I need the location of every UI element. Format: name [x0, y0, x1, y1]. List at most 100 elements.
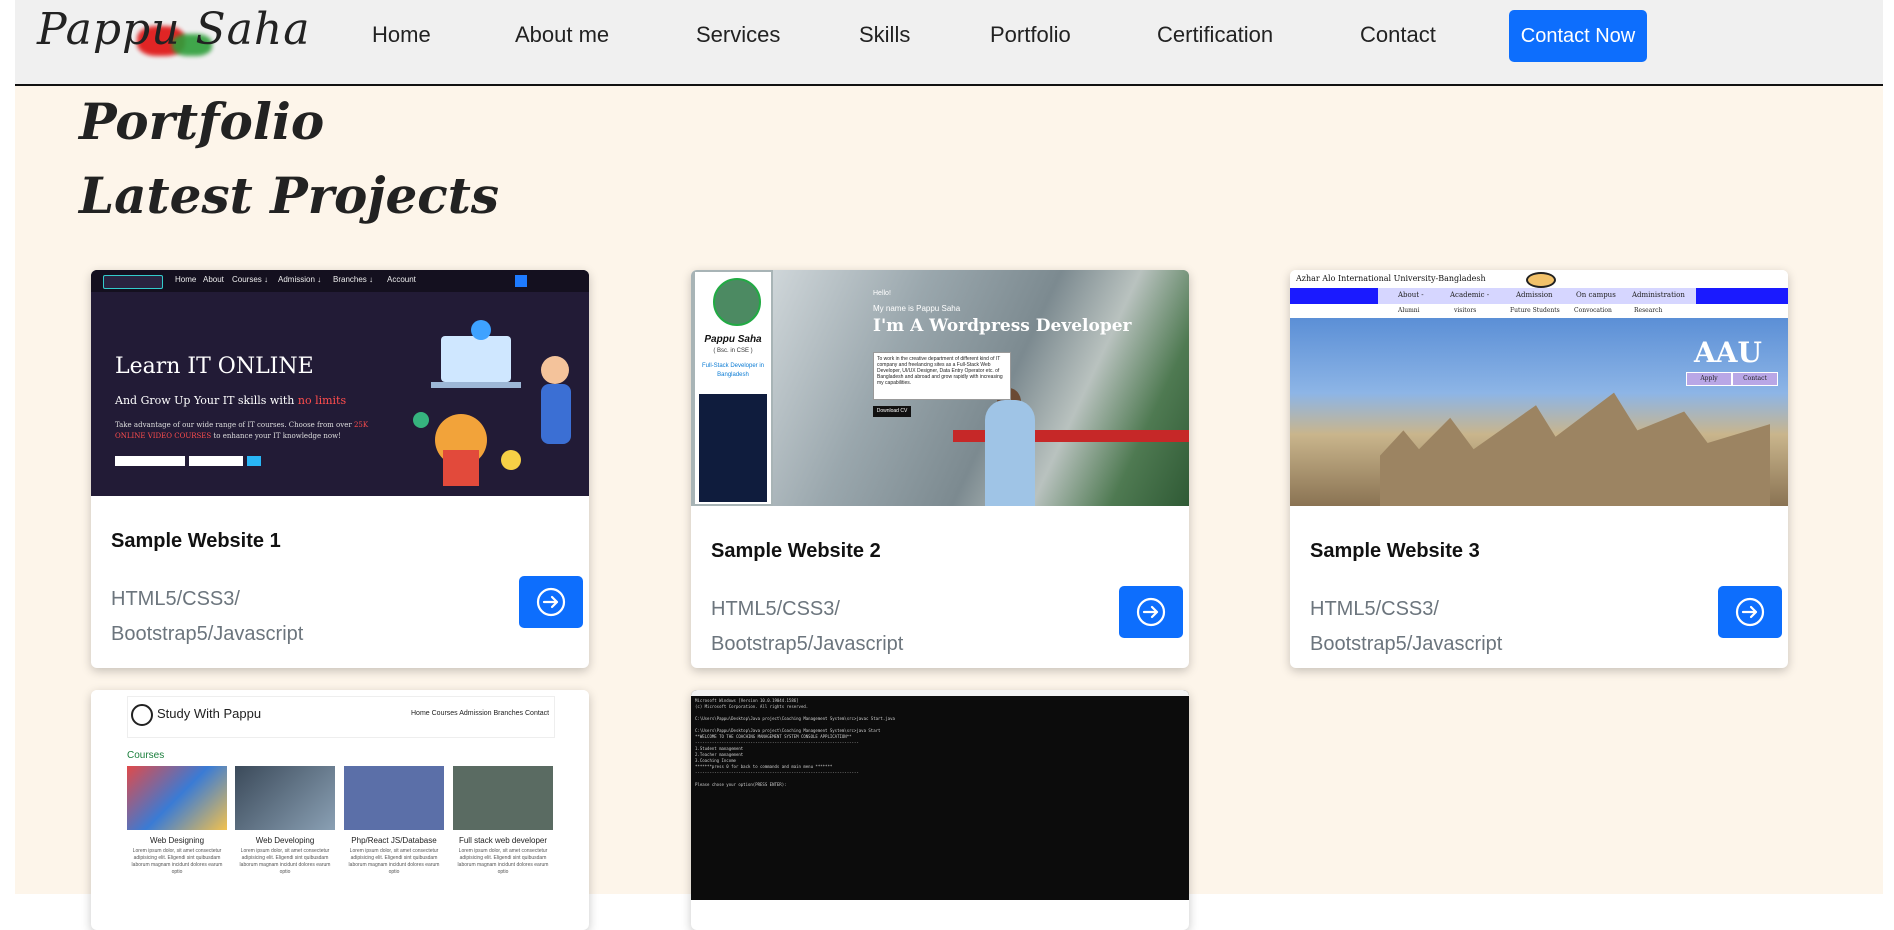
project-thumbnail-1[interactable]: Home About Courses ↓ Admission ↓ Branche…	[91, 270, 589, 496]
logo-text: Pappu Saha	[37, 4, 311, 55]
navbar: Pappu Saha Home About me Services Skills…	[15, 0, 1883, 86]
arrow-right-circle-icon	[536, 587, 566, 617]
thumb-nav-item: About	[203, 275, 224, 284]
open-project-button[interactable]	[1718, 586, 1782, 638]
nav-certification[interactable]: Certification	[1157, 22, 1273, 48]
nav-contact[interactable]: Contact	[1360, 22, 1436, 48]
thumb-nav-item: Account	[387, 275, 416, 284]
thumb-course-caption: Full stack web developer	[458, 836, 548, 845]
arrow-right-circle-icon	[1136, 597, 1166, 627]
thumb-description: Take advantage of our wide range of IT c…	[115, 421, 369, 440]
thumb-download-cv: Download CV	[873, 406, 911, 417]
thumb-course-text: Lorem ipsum dolor, sit amet consectetur …	[457, 848, 549, 875]
thumb-nav-item: Home	[175, 275, 197, 284]
project-title: Sample Website 2	[711, 540, 881, 562]
thumb-navbar: Home About Courses ↓ Admission ↓ Branche…	[91, 270, 589, 292]
thumb-menu-item: About -	[1398, 291, 1424, 299]
thumb-search-button	[247, 456, 261, 466]
thumb-course-text: Lorem ipsum dolor, sit amet consectetur …	[348, 848, 440, 875]
thumb-heading: Learn IT ONLINE	[115, 354, 314, 379]
project-title: Sample Website 3	[1310, 540, 1480, 562]
portfolio-section: Portfolio Latest Projects Home About Cou…	[15, 86, 1883, 930]
thumb-menu-item: On campus	[1576, 291, 1616, 299]
thumb-menu: About - Academic - Admission On campus A…	[1378, 288, 1696, 304]
thumb-hero-photo: Hello! My name is Pappu Saha I'm A Wordp…	[773, 270, 1189, 506]
thumb-profile-degree: ( Bsc. in CSE )	[713, 348, 753, 354]
open-project-button[interactable]	[1119, 586, 1183, 638]
thumb-course-tile	[453, 766, 553, 830]
thumb-course-text: Lorem ipsum dolor, sit amet consectetur …	[239, 848, 331, 875]
thumb-brand-icon	[131, 704, 153, 726]
thumb-submenu-item: visitors	[1454, 307, 1477, 314]
thumb-logo	[103, 275, 163, 289]
thumb-nav-button	[515, 275, 527, 287]
project-card-3: Azhar Alo International University-Bangl…	[1290, 270, 1788, 668]
thumb-university-logo	[1526, 272, 1556, 288]
thumb-nav-links: Home Courses Admission Branches Contact	[411, 710, 550, 717]
thumb-console-output: Microsoft Windows [Version 10.0.19044.15…	[695, 698, 895, 787]
project-title: Sample Website 1	[111, 530, 281, 552]
thumb-submenu-item: Future Students	[1510, 307, 1560, 314]
project-tech-stack: HTML5/CSS3/Bootstrap5/Javascript	[711, 598, 904, 655]
thumb-submenu-item: Convocation	[1574, 307, 1612, 314]
project-card-4: Study With Pappu Home Courses Admission …	[91, 690, 589, 930]
learning-illustration	[413, 320, 571, 486]
thumb-course-caption: Web Designing	[149, 836, 205, 845]
open-project-button[interactable]	[519, 576, 583, 628]
thumb-menu-item: Academic -	[1450, 291, 1490, 299]
nav-services[interactable]: Services	[696, 22, 780, 48]
nav-about-me[interactable]: About me	[515, 22, 609, 48]
project-thumbnail-3[interactable]: Azhar Alo International University-Bangl…	[1290, 270, 1788, 506]
thumb-person	[985, 400, 1035, 506]
site-logo[interactable]: Pappu Saha	[37, 4, 309, 64]
project-card-5: Microsoft Windows [Version 10.0.19044.15…	[691, 690, 1189, 930]
project-card-2: Pappu Saha ( Bsc. in CSE ) Full-Stack De…	[691, 270, 1189, 668]
thumb-profile-sidebar: Pappu Saha ( Bsc. in CSE ) Full-Stack De…	[695, 272, 771, 504]
thumb-brand: AAU	[1694, 336, 1762, 369]
thumb-brand: Study With Pappu	[157, 706, 262, 721]
section-heading: Portfolio	[79, 92, 325, 151]
thumb-topbar: Azhar Alo International University-Bangl…	[1290, 270, 1788, 288]
section-subheading: Latest Projects	[79, 166, 499, 225]
thumb-course-tile	[235, 766, 335, 830]
nav-home[interactable]: Home	[372, 22, 431, 48]
thumb-apply-button: Apply	[1686, 372, 1732, 386]
thumb-menu-item: Administration	[1632, 291, 1685, 299]
project-thumbnail-2[interactable]: Pappu Saha ( Bsc. in CSE ) Full-Stack De…	[691, 270, 1189, 506]
thumb-course-text: Lorem ipsum dolor, sit amet consectetur …	[131, 848, 223, 875]
thumb-nav-item: Admission ↓	[278, 275, 322, 284]
nav-skills[interactable]: Skills	[859, 22, 910, 48]
contact-now-button[interactable]: Contact Now	[1509, 10, 1647, 62]
thumb-avatar	[713, 278, 761, 326]
thumb-contact-button: Contact	[1732, 372, 1778, 386]
thumb-course-caption: Web Developing	[255, 836, 315, 845]
thumb-courses-label: Courses	[127, 750, 165, 761]
thumb-submenu-item: Alumni	[1398, 307, 1420, 314]
thumb-hero-quote: To work in the creative department of di…	[873, 352, 1011, 400]
thumb-submenu-item: Research	[1634, 307, 1663, 314]
thumb-profile-name: Pappu Saha	[704, 334, 762, 345]
project-tech-stack: HTML5/CSS3/Bootstrap5/Javascript	[1310, 598, 1503, 655]
thumb-menu-item: Admission	[1516, 291, 1553, 299]
project-thumbnail-4[interactable]: Study With Pappu Home Courses Admission …	[91, 690, 589, 900]
thumb-my-name: My name is Pappu Saha	[873, 304, 961, 313]
thumb-category-select	[189, 456, 243, 466]
thumb-submenu: Alumni visitors Future Students Convocat…	[1378, 304, 1696, 318]
thumb-profile-role: Full-Stack Developer in Bangladesh	[701, 363, 765, 378]
thumb-tagline: And Grow Up Your IT skills with no limit…	[115, 394, 347, 407]
thumb-course-tile	[344, 766, 444, 830]
thumb-greeting: Hello!	[873, 290, 891, 297]
thumb-course-tile	[127, 766, 227, 830]
arrow-right-circle-icon	[1735, 597, 1765, 627]
thumb-nav-item: Branches ↓	[333, 275, 374, 284]
thumb-course-caption: Php/React JS/Database	[351, 836, 437, 845]
thumb-org-name: Azhar Alo International University-Bangl…	[1296, 274, 1486, 283]
thumb-console-titlebar	[691, 690, 1189, 696]
thumb-profile-menu	[699, 394, 767, 502]
thumb-nav-item: Courses ↓	[232, 275, 269, 284]
project-card-1: Home About Courses ↓ Admission ↓ Branche…	[91, 270, 589, 668]
project-thumbnail-5[interactable]: Microsoft Windows [Version 10.0.19044.15…	[691, 690, 1189, 900]
thumb-search-field	[115, 456, 185, 466]
thumb-hero-title: I'm A Wordpress Developer	[873, 316, 1132, 336]
nav-portfolio[interactable]: Portfolio	[990, 22, 1071, 48]
